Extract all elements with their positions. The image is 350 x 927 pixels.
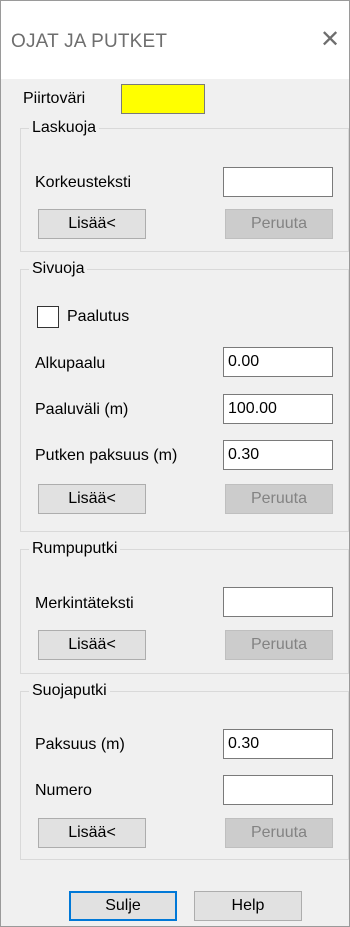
paksuus-label: Paksuus (m) bbox=[35, 736, 125, 753]
dialog-window: OJAT JA PUTKET ✕ Piirtoväri Laskuoja Kor… bbox=[0, 0, 350, 927]
rumpuputki-cancel-button[interactable]: Peruuta bbox=[225, 630, 333, 660]
paksuus-input[interactable]: 0.30 bbox=[223, 729, 333, 759]
paalutus-checkbox[interactable] bbox=[37, 306, 59, 328]
paaluvali-input[interactable]: 100.00 bbox=[223, 394, 333, 424]
help-button[interactable]: Help bbox=[194, 891, 302, 921]
paalutus-label: Paalutus bbox=[67, 308, 130, 325]
numero-input[interactable] bbox=[223, 775, 333, 805]
merkintateksti-label: Merkintäteksti bbox=[35, 595, 134, 612]
title-bar: OJAT JA PUTKET ✕ bbox=[1, 1, 349, 79]
merkintateksti-input[interactable] bbox=[223, 587, 333, 617]
rumpuputki-add-button[interactable]: Lisää< bbox=[38, 630, 146, 660]
alkupaalu-label: Alkupaalu bbox=[35, 355, 106, 372]
alkupaalu-input[interactable]: 0.00 bbox=[223, 347, 333, 377]
sivuoja-add-button[interactable]: Lisää< bbox=[38, 484, 146, 514]
putken-paksuus-label: Putken paksuus (m) bbox=[35, 447, 178, 464]
laskuoja-add-button[interactable]: Lisää< bbox=[38, 209, 146, 239]
sivuoja-legend: Sivuoja bbox=[32, 260, 85, 277]
suojaputki-legend: Suojaputki bbox=[32, 682, 107, 699]
sivuoja-cancel-button[interactable]: Peruuta bbox=[225, 484, 333, 514]
rumpuputki-legend: Rumpuputki bbox=[32, 540, 118, 557]
close-button[interactable]: Sulje bbox=[69, 891, 177, 921]
putken-paksuus-input[interactable]: 0.30 bbox=[223, 440, 333, 470]
piirtovari-color-swatch[interactable] bbox=[121, 84, 205, 114]
suojaputki-cancel-button[interactable]: Peruuta bbox=[225, 818, 333, 848]
close-icon[interactable]: ✕ bbox=[317, 27, 343, 53]
korkeusteksti-input[interactable] bbox=[223, 167, 333, 197]
numero-label: Numero bbox=[35, 782, 92, 799]
window-title: OJAT JA PUTKET bbox=[11, 31, 168, 52]
korkeusteksti-label: Korkeusteksti bbox=[35, 174, 132, 191]
laskuoja-cancel-button[interactable]: Peruuta bbox=[225, 209, 333, 239]
suojaputki-add-button[interactable]: Lisää< bbox=[38, 818, 146, 848]
piirtovari-label: Piirtoväri bbox=[23, 90, 86, 107]
paaluvali-label: Paaluväli (m) bbox=[35, 401, 129, 418]
laskuoja-legend: Laskuoja bbox=[32, 119, 97, 136]
